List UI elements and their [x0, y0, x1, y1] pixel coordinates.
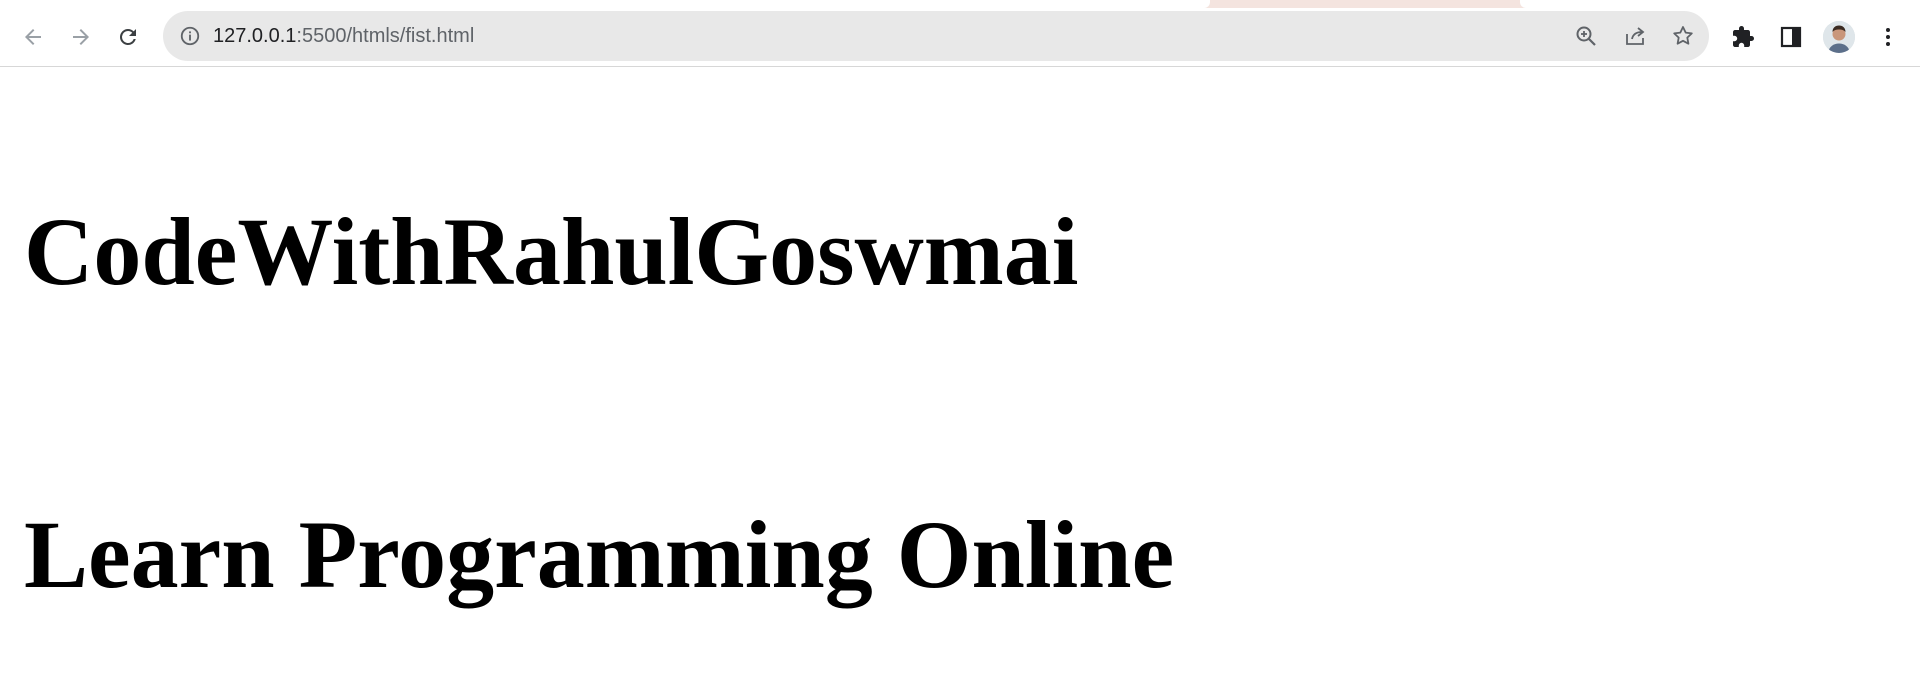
arrow-right-icon	[73, 29, 89, 45]
side-panel-button[interactable]	[1775, 21, 1807, 53]
page-content: CodeWithRahulGoswmai Learn Programming O…	[0, 67, 1920, 685]
extensions-button[interactable]	[1727, 21, 1759, 53]
avatar-icon	[1823, 21, 1855, 53]
url-host: 127.0.0.1	[213, 25, 297, 47]
main-heading: CodeWithRahulGoswmai	[24, 198, 1079, 305]
star-icon	[1673, 26, 1693, 45]
share-button[interactable]	[1620, 21, 1650, 51]
kebab-menu-icon	[1886, 28, 1890, 46]
forward-button[interactable]	[61, 17, 101, 57]
zoom-button[interactable]	[1571, 21, 1601, 51]
site-info-button[interactable]	[177, 23, 203, 49]
url-path: :5500/htmls/fist.html	[296, 25, 475, 47]
new-tab-area[interactable]	[1520, 0, 1920, 8]
tab-strip	[0, 0, 1920, 8]
menu-button[interactable]	[1872, 21, 1904, 53]
back-button[interactable]	[13, 17, 53, 57]
sub-heading: Learn Programming Online	[24, 501, 1175, 608]
reload-button[interactable]	[108, 17, 148, 57]
reload-icon	[120, 29, 136, 45]
url-text[interactable]: 127.0.0.1:5500/htmls/fist.html	[213, 11, 474, 61]
profile-avatar[interactable]	[1823, 21, 1855, 53]
arrow-left-icon	[25, 29, 41, 45]
puzzle-icon	[1733, 26, 1754, 47]
active-tab[interactable]	[0, 0, 1210, 8]
bookmark-button[interactable]	[1668, 21, 1698, 51]
zoom-in-icon	[1576, 26, 1596, 46]
address-bar[interactable]: 127.0.0.1:5500/htmls/fist.html	[163, 11, 1709, 61]
share-icon	[1626, 27, 1645, 45]
side-panel-icon	[1780, 26, 1802, 48]
browser-toolbar: 127.0.0.1:5500/htmls/fist.html	[0, 8, 1920, 67]
browser-window: 127.0.0.1:5500/htmls/fist.html CodeWithR…	[0, 0, 1920, 685]
info-icon	[180, 26, 200, 46]
